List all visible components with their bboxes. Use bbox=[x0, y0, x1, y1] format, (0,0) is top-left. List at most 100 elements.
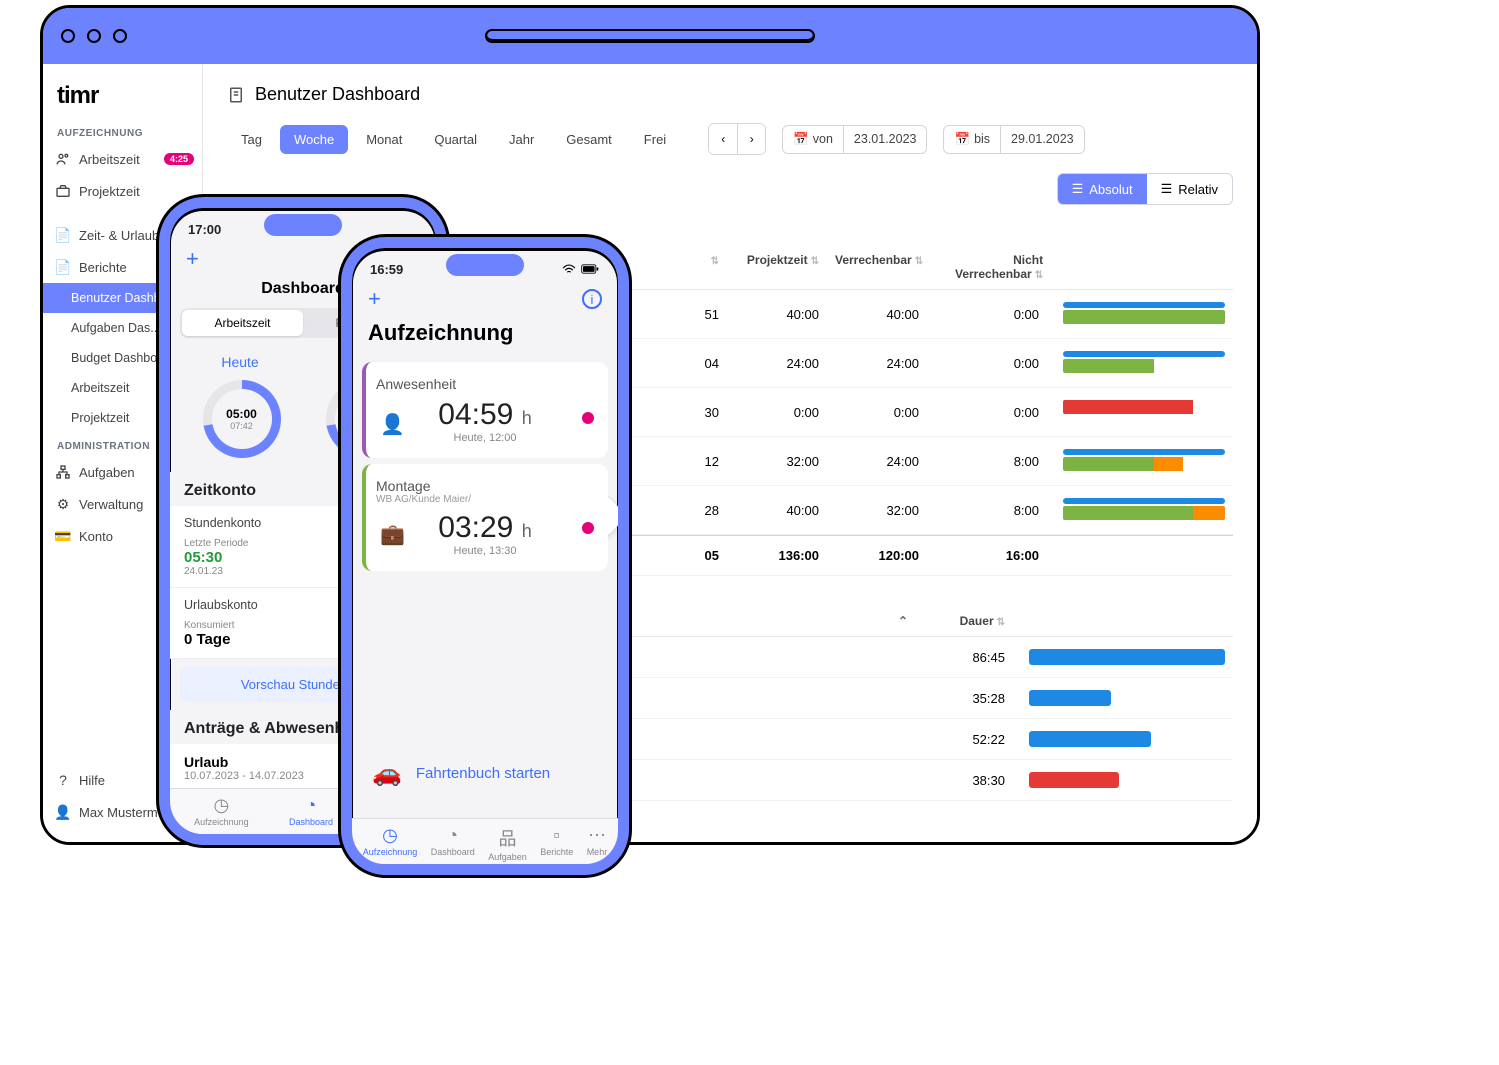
pie-icon: ◔ bbox=[447, 825, 458, 846]
nav-mehr[interactable]: ⋯Mehr bbox=[587, 825, 608, 862]
sort-icon[interactable]: ⇅ bbox=[915, 256, 923, 267]
calendar-icon: 📅 bbox=[954, 132, 970, 147]
window-dot[interactable] bbox=[113, 29, 127, 43]
add-button[interactable]: + bbox=[186, 246, 199, 272]
list-icon: ☰ bbox=[1072, 181, 1084, 197]
period-jahr[interactable]: Jahr bbox=[495, 125, 548, 154]
sidebar-item-label: Arbeitszeit bbox=[79, 152, 140, 167]
sidebar-section-label: AUFZEICHNUNG bbox=[43, 120, 202, 143]
notch bbox=[264, 214, 342, 236]
briefcase-icon bbox=[55, 183, 71, 199]
sidebar-item-label: Berichte bbox=[79, 260, 127, 275]
sidebar-item-label: Aufgaben bbox=[79, 465, 135, 480]
date-from-group[interactable]: 📅von 23.01.2023 bbox=[782, 125, 927, 154]
phone-aufzeichnung: 16:59 + i Aufzeichnung Anwesenheit 👤 04:… bbox=[340, 236, 630, 876]
sidebar-item-label: Verwaltung bbox=[79, 497, 143, 512]
document-icon: 📄 bbox=[55, 227, 71, 243]
sidebar-item-label: Benutzer Dashb... bbox=[71, 291, 171, 305]
period-tabs: Tag Woche Monat Quartal Jahr Gesamt Frei bbox=[227, 125, 680, 154]
car-icon: 🚗 bbox=[372, 759, 402, 788]
collapse-toggle[interactable]: ⌃ bbox=[873, 614, 933, 628]
date-from-value: 23.01.2023 bbox=[843, 126, 927, 153]
phone-title: Aufzeichnung bbox=[352, 316, 618, 356]
gear-icon: ⚙ bbox=[55, 496, 71, 512]
address-bar[interactable] bbox=[485, 29, 815, 43]
status-icons bbox=[562, 264, 600, 274]
sidebar-item-label: Konto bbox=[79, 529, 113, 544]
hierarchy-icon bbox=[55, 464, 71, 480]
sort-icon[interactable]: ⇅ bbox=[811, 256, 819, 267]
presence-icon: 👤 bbox=[380, 412, 405, 437]
browser-titlebar bbox=[43, 8, 1257, 64]
more-icon: ⋯ bbox=[588, 825, 606, 846]
sidebar-item-label: Hilfe bbox=[79, 773, 105, 788]
nav-aufgaben[interactable]: 品Aufgaben bbox=[488, 825, 527, 862]
period-nav: ‹ › bbox=[708, 123, 766, 155]
sidebar-item-label: Budget Dashbo... bbox=[71, 351, 168, 365]
nav-aufzeichnung[interactable]: ◷Aufzeichnung bbox=[194, 795, 249, 832]
view-relativ[interactable]: ☰ Relativ bbox=[1147, 174, 1232, 204]
card-anwesenheit[interactable]: Anwesenheit 👤 04:59 h Heute, 12:00 bbox=[362, 362, 608, 458]
list-icon: ☰ bbox=[1161, 181, 1173, 197]
period-gesamt[interactable]: Gesamt bbox=[552, 125, 626, 154]
page-title: Benutzer Dashboard bbox=[255, 84, 420, 105]
recording-indicator bbox=[582, 522, 594, 534]
window-dot[interactable] bbox=[87, 29, 101, 43]
clock: 16:59 bbox=[370, 262, 403, 277]
date-to-group[interactable]: 📅bis 29.01.2023 bbox=[943, 125, 1084, 154]
document-icon: ▫ bbox=[554, 825, 560, 846]
fahrtenbuch-button[interactable]: 🚗 Fahrtenbuch starten bbox=[352, 739, 618, 808]
card-montage[interactable]: Montage WB AG/Kunde Maier/ 💼 03:29 h Heu… bbox=[362, 464, 608, 571]
nav-dashboard[interactable]: ◔Dashboard bbox=[289, 795, 333, 832]
sidebar-item-label: Projektzeit bbox=[79, 184, 140, 199]
clock-icon: ◷ bbox=[382, 825, 398, 846]
period-woche[interactable]: Woche bbox=[280, 125, 348, 154]
next-button[interactable]: › bbox=[737, 124, 765, 154]
period-quartal[interactable]: Quartal bbox=[420, 125, 491, 154]
period-monat[interactable]: Monat bbox=[352, 125, 416, 154]
window-dot[interactable] bbox=[61, 29, 75, 43]
report-icon bbox=[227, 86, 245, 104]
nav-berichte[interactable]: ▫Berichte bbox=[540, 825, 573, 862]
user-icon: 👤 bbox=[55, 804, 71, 820]
pie-icon: ◔ bbox=[306, 795, 317, 816]
view-toggle: ☰ Absolut ☰ Relativ bbox=[1057, 173, 1233, 205]
notch bbox=[446, 254, 524, 276]
filter-heute[interactable]: Heute bbox=[221, 354, 258, 370]
sort-icon[interactable]: ⇅ bbox=[711, 256, 719, 267]
clock: 17:00 bbox=[188, 222, 221, 237]
phone-statusbar: 16:59 bbox=[352, 248, 618, 282]
date-to-value: 29.01.2023 bbox=[1000, 126, 1084, 153]
period-frei[interactable]: Frei bbox=[630, 125, 680, 154]
sidebar-item-label: Arbeitszeit bbox=[71, 381, 129, 395]
users-icon bbox=[55, 151, 71, 167]
sort-icon[interactable]: ⇅ bbox=[1035, 270, 1043, 281]
sidebar-item-label: Max Musterm... bbox=[79, 805, 169, 820]
phone-bottomnav: ◷Aufzeichnung ◔Dashboard 品Aufgaben ▫Beri… bbox=[352, 818, 618, 864]
logo: timr bbox=[43, 64, 202, 120]
sidebar-item-label: Projektzeit bbox=[71, 411, 129, 425]
timer-badge: 4:25 bbox=[164, 153, 194, 165]
period-toolbar: Tag Woche Monat Quartal Jahr Gesamt Frei… bbox=[227, 123, 1233, 155]
sidebar-item-arbeitszeit[interactable]: Arbeitszeit 4:25 bbox=[43, 143, 202, 175]
nav-aufzeichnung[interactable]: ◷Aufzeichnung bbox=[363, 825, 418, 862]
period-tag[interactable]: Tag bbox=[227, 125, 276, 154]
sort-icon[interactable]: ⇅ bbox=[997, 617, 1005, 628]
info-button[interactable]: i bbox=[582, 289, 602, 309]
help-icon: ? bbox=[55, 772, 71, 788]
clock-icon: ◷ bbox=[214, 795, 230, 816]
view-absolut[interactable]: ☰ Absolut bbox=[1058, 174, 1147, 204]
page-title-row: Benutzer Dashboard bbox=[227, 84, 1233, 105]
calendar-icon: 📅 bbox=[793, 132, 809, 147]
progress-ring-today: 05:0007:42 bbox=[203, 380, 281, 458]
document-icon: 📄 bbox=[55, 259, 71, 275]
hierarchy-icon: 品 bbox=[498, 825, 516, 851]
sidebar-item-label: Aufgaben Das... bbox=[71, 321, 161, 335]
add-button[interactable]: + bbox=[368, 286, 381, 312]
project-icon: 💼 bbox=[380, 522, 405, 547]
nav-dashboard[interactable]: ◔Dashboard bbox=[431, 825, 475, 862]
prev-button[interactable]: ‹ bbox=[709, 124, 737, 154]
recording-indicator bbox=[582, 412, 594, 424]
card-icon: 💳 bbox=[55, 528, 71, 544]
tab-arbeitszeit[interactable]: Arbeitszeit bbox=[182, 310, 303, 336]
